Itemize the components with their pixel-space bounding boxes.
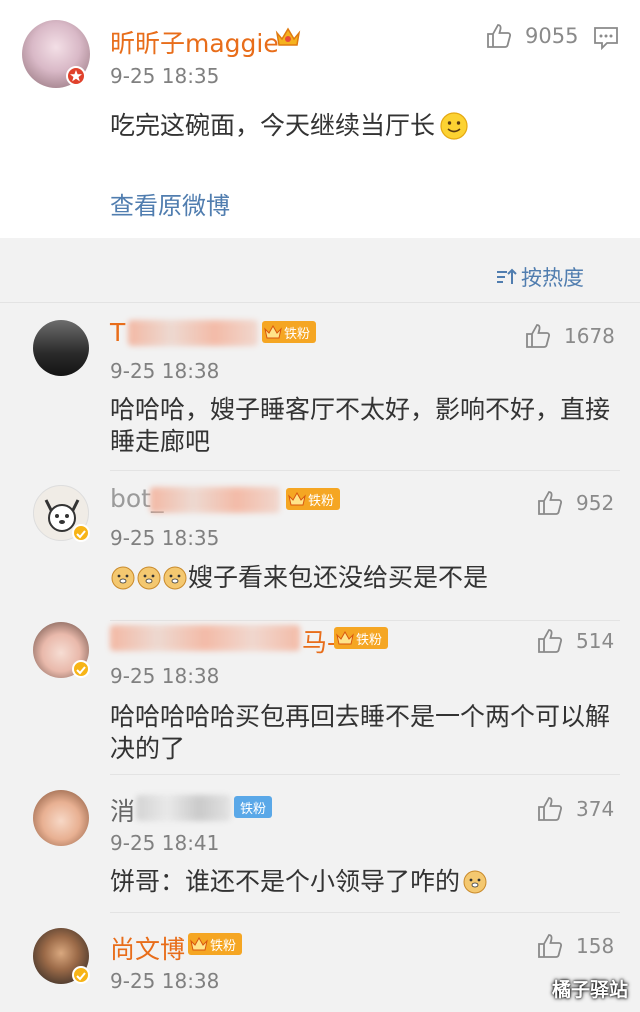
- comment-text-line-1: 哈哈哈，嫂子睡客厅不太好，影响不好，直接: [110, 395, 611, 424]
- verified-badge-icon: [72, 524, 90, 542]
- like-count: 514: [576, 629, 615, 653]
- comment-text-line-1: 嫂子看来包还没给买是不是: [110, 562, 488, 594]
- like-button[interactable]: 158: [536, 932, 614, 960]
- doge-emoji-icon: [463, 870, 487, 894]
- crown-icon: [288, 491, 306, 506]
- comment-text-line-2: 决的了: [110, 734, 186, 763]
- divider: [110, 470, 620, 471]
- author-name[interactable]: 昕昕子maggie: [110, 24, 279, 60]
- commenter-name[interactable]: 尚文博: [110, 930, 185, 966]
- like-button[interactable]: 952: [536, 489, 614, 517]
- comment-time: 9-25 18:41: [110, 831, 220, 855]
- watermark: 橘子驿站: [551, 979, 628, 1001]
- commenter-name[interactable]: 消: [110, 792, 135, 828]
- comment-time: 9-25 18:38: [110, 359, 220, 383]
- comment-text-content: 嫂子看来包还没给买是不是: [188, 563, 489, 592]
- thumbs-up-icon: [538, 491, 563, 515]
- commenter-avatar[interactable]: [33, 790, 89, 846]
- commenter-avatar[interactable]: [33, 320, 89, 376]
- fan-label: 铁粉: [356, 632, 383, 648]
- crown-icon: [336, 630, 354, 645]
- commenter-name[interactable]: T: [110, 318, 125, 347]
- comment-time: 9-25 18:35: [110, 526, 220, 550]
- comment-icon[interactable]: [593, 26, 619, 50]
- like-button[interactable]: 9055: [485, 22, 578, 50]
- divider: [0, 302, 640, 303]
- like-button[interactable]: 514: [536, 627, 614, 655]
- crown-icon: [275, 27, 301, 46]
- like-count: 158: [576, 934, 615, 958]
- divider: [110, 620, 620, 621]
- thumbs-up-icon: [538, 629, 563, 653]
- fan-label: 铁粉: [308, 493, 335, 509]
- blurred-name: [136, 795, 231, 821]
- comment-text-line-1: 哈哈哈哈哈买包再回去睡不是一个两个可以解: [110, 702, 611, 731]
- view-original-link[interactable]: 查看原微博: [110, 186, 230, 221]
- verified-badge-icon: [72, 966, 90, 984]
- thumbs-up-icon: [526, 324, 551, 348]
- sort-by-hot-button[interactable]: 按热度: [495, 262, 584, 292]
- iron-fan-badge: 铁粉: [334, 627, 389, 649]
- thumbs-up-icon: [538, 797, 563, 821]
- iron-fan-badge: 铁粉: [188, 933, 243, 955]
- post-text: 吃完这碗面，今天继续当厅长: [110, 110, 469, 142]
- blurred-name: [110, 625, 300, 651]
- comment-time: 9-25 18:38: [110, 664, 220, 688]
- like-count: 952: [576, 491, 615, 515]
- sort-label: 按热度: [521, 266, 584, 290]
- vip-star-icon: [66, 66, 86, 86]
- divider: [110, 774, 620, 775]
- comment-time: 9-25 18:38: [110, 969, 220, 993]
- iron-fan-badge: 铁粉: [234, 796, 273, 818]
- comment-text-content: 饼哥：谁还不是个小领导了咋的: [110, 867, 461, 896]
- iron-fan-badge: 铁粉: [262, 321, 317, 343]
- sort-icon: [497, 268, 517, 284]
- like-count: 374: [576, 797, 615, 821]
- like-button[interactable]: 374: [536, 795, 614, 823]
- fan-label: 铁粉: [284, 326, 311, 342]
- fan-label: 铁粉: [210, 938, 237, 954]
- thumbs-up-icon: [487, 24, 512, 48]
- fan-label: 铁粉: [240, 801, 267, 817]
- doge-emoji-icon: [111, 566, 187, 590]
- post-time: 9-25 18:35: [110, 64, 220, 88]
- like-count: 9055: [525, 24, 579, 48]
- crown-icon: [190, 936, 208, 951]
- commenter-name[interactable]: 马-: [302, 623, 336, 659]
- smile-emoji-icon: [440, 112, 468, 140]
- iron-fan-badge: 铁粉: [286, 488, 341, 510]
- like-count: 1678: [564, 324, 615, 348]
- verified-badge-icon: [72, 660, 90, 678]
- blurred-name: [150, 487, 280, 513]
- original-post: 昕昕子maggie 9-25 18:35 9055 吃完这碗面，今天继续当厅长 …: [0, 0, 640, 238]
- post-text-content: 吃完这碗面，今天继续当厅长: [110, 111, 436, 140]
- crown-icon: [264, 324, 282, 339]
- blurred-name: [128, 320, 258, 346]
- like-button[interactable]: 1678: [524, 322, 615, 350]
- comment-text-line-2: 睡走廊吧: [110, 427, 211, 456]
- thumbs-up-icon: [538, 934, 563, 958]
- divider: [110, 912, 620, 913]
- comment-text-line-1: 饼哥：谁还不是个小领导了咋的: [110, 866, 488, 898]
